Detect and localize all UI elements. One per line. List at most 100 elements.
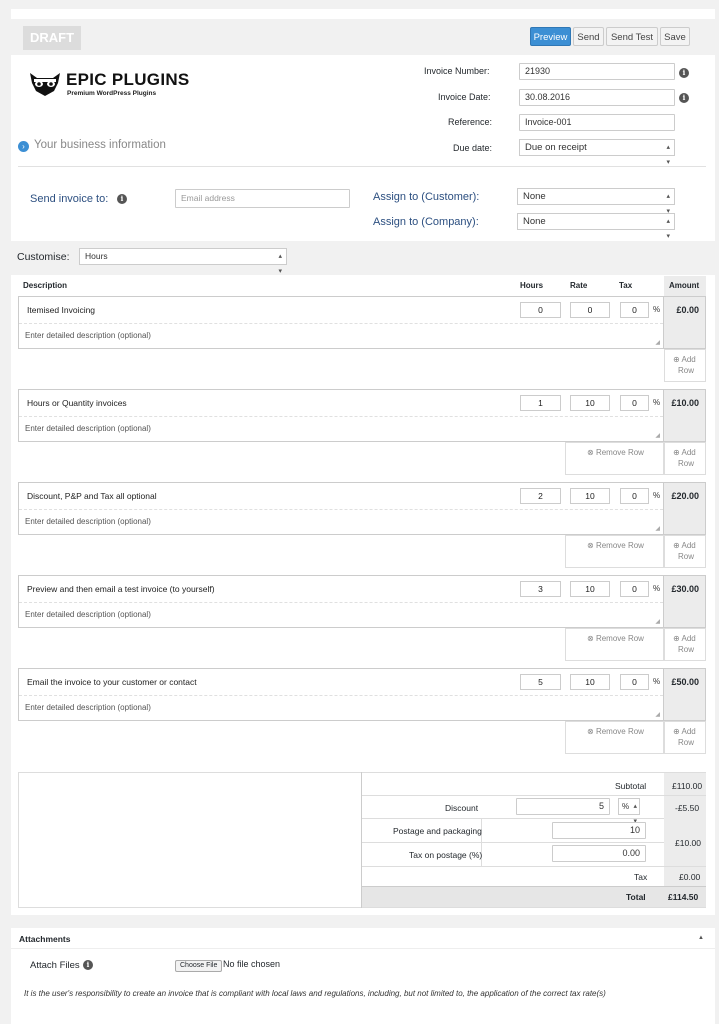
resize-grip-icon[interactable]: ◢ <box>655 525 660 532</box>
brand-tagline: Premium WordPress Plugins <box>67 90 157 97</box>
info-icon: i <box>679 68 689 78</box>
add-label-2: Row <box>678 738 695 747</box>
add-row-button[interactable]: ⊕ Add Row <box>664 442 706 475</box>
rate-input[interactable]: 10 <box>570 581 610 597</box>
remove-label: Remove Row <box>595 541 644 550</box>
remove-label: Remove Row <box>595 448 644 457</box>
table-row: Hours or Quantity invoices Enter detaile… <box>18 389 664 442</box>
remove-circle-icon: ⊗ <box>587 448 594 457</box>
collapse-arrow-icon[interactable]: ▲ <box>698 935 704 941</box>
discount-type-select[interactable]: % ▴▾ <box>618 798 640 825</box>
tax-input[interactable]: 0 <box>620 581 649 597</box>
remove-circle-icon: ⊗ <box>587 727 594 736</box>
row-amount: £0.00 <box>676 305 699 315</box>
send-button[interactable]: Send <box>573 27 604 46</box>
row-divider <box>362 795 706 796</box>
remove-row-button[interactable]: ⊗ Remove Row <box>565 535 664 568</box>
choose-file-button[interactable]: Choose File <box>175 960 223 972</box>
row-description[interactable]: Email the invoice to your customer or co… <box>27 677 197 687</box>
add-label: Add <box>681 355 696 364</box>
company-value: None <box>523 216 546 227</box>
due-date-value: Due on receipt <box>525 142 587 153</box>
postage-input[interactable]: 10 <box>552 822 646 839</box>
customise-select[interactable]: Hours ▴ ▾ <box>79 248 287 275</box>
save-button[interactable]: Save <box>660 27 690 46</box>
remove-circle-icon: ⊗ <box>587 634 594 643</box>
total-value: £114.50 <box>668 892 699 902</box>
resize-grip-icon[interactable]: ◢ <box>655 711 660 718</box>
row-detail-field[interactable]: Enter detailed description (optional) <box>25 517 151 526</box>
chevron-right-circle-icon[interactable]: › <box>18 141 29 152</box>
resize-grip-icon[interactable]: ◢ <box>655 432 660 439</box>
hours-input[interactable]: 5 <box>520 674 561 690</box>
amount-cell: £30.00 <box>664 575 706 628</box>
percent-sign: % <box>653 677 661 686</box>
reference-label: Reference: <box>448 117 493 127</box>
add-row-button[interactable]: ⊕ Add Row <box>664 349 706 382</box>
discount-label: Discount <box>445 803 479 813</box>
remove-row-button[interactable]: ⊗ Remove Row <box>565 721 664 754</box>
hours-input[interactable]: 2 <box>520 488 561 504</box>
invoice-date-field[interactable]: 30.08.2016 <box>519 89 675 106</box>
tax-input[interactable]: 0 <box>620 302 649 318</box>
rate-input[interactable]: 10 <box>570 395 610 411</box>
header-hours: Hours <box>520 281 544 290</box>
amount-cell: £20.00 <box>664 482 706 535</box>
due-date-label: Due date: <box>453 143 493 153</box>
row-amount: £20.00 <box>671 491 699 501</box>
send-test-button[interactable]: Send Test <box>606 27 658 46</box>
attachments-title[interactable]: Attachments <box>19 934 70 944</box>
customer-label: Assign to (Customer): <box>373 191 480 203</box>
invoice-number-field[interactable]: 21930 <box>519 63 675 80</box>
add-label: Add <box>681 448 696 457</box>
tax-label: Tax <box>634 872 648 882</box>
tax-input[interactable]: 0 <box>620 674 649 690</box>
hours-input[interactable]: 1 <box>520 395 561 411</box>
row-description[interactable]: Preview and then email a test invoice (t… <box>27 584 215 594</box>
business-info-link[interactable]: Your business information <box>34 139 166 151</box>
divider <box>18 166 706 167</box>
rate-input[interactable]: 10 <box>570 488 610 504</box>
email-input[interactable]: Email address <box>175 189 350 208</box>
add-row-button[interactable]: ⊕ Add Row <box>664 721 706 754</box>
row-description[interactable]: Discount, P&P and Tax all optional <box>27 491 157 501</box>
add-label-2: Row <box>678 645 695 654</box>
preview-button[interactable]: Preview <box>530 27 571 46</box>
remove-label: Remove Row <box>595 634 644 643</box>
row-description[interactable]: Itemised Invoicing <box>27 305 95 315</box>
hours-input[interactable]: 0 <box>520 302 561 318</box>
company-select[interactable]: None ▴ ▾ <box>517 213 675 240</box>
resize-grip-icon[interactable]: ◢ <box>655 618 660 625</box>
postage-tax-input[interactable]: 0.00 <box>552 845 646 862</box>
info-icon: i <box>117 194 127 204</box>
row-detail-field[interactable]: Enter detailed description (optional) <box>25 331 151 340</box>
remove-row-button[interactable]: ⊗ Remove Row <box>565 628 664 661</box>
row-detail-field[interactable]: Enter detailed description (optional) <box>25 424 151 433</box>
row-divider <box>362 818 664 819</box>
customise-label: Customise: <box>17 251 70 263</box>
discount-input[interactable]: 5 <box>516 798 610 815</box>
header-tax: Tax <box>619 281 633 290</box>
rate-input[interactable]: 0 <box>570 302 610 318</box>
attachments-panel <box>11 928 715 1024</box>
row-amount: £10.00 <box>671 398 699 408</box>
add-row-button[interactable]: ⊕ Add Row <box>664 535 706 568</box>
reference-field[interactable]: Invoice-001 <box>519 114 675 131</box>
row-detail-field[interactable]: Enter detailed description (optional) <box>25 610 151 619</box>
table-row: Preview and then email a test invoice (t… <box>18 575 664 628</box>
row-detail-field[interactable]: Enter detailed description (optional) <box>25 703 151 712</box>
remove-row-button[interactable]: ⊗ Remove Row <box>565 442 664 475</box>
hours-input[interactable]: 3 <box>520 581 561 597</box>
rate-input[interactable]: 10 <box>570 674 610 690</box>
tax-input[interactable]: 0 <box>620 488 649 504</box>
resize-grip-icon[interactable]: ◢ <box>655 339 660 346</box>
no-file-label: No file chosen <box>223 959 281 969</box>
chevron-updown-icon: ▴▾ <box>278 253 282 275</box>
due-date-select[interactable]: Due on receipt ▴ ▾ <box>519 139 675 166</box>
customer-select[interactable]: None ▴ ▾ <box>517 188 675 215</box>
add-row-button[interactable]: ⊕ Add Row <box>664 628 706 661</box>
postage-value: £10.00 <box>675 838 701 848</box>
row-description[interactable]: Hours or Quantity invoices <box>27 398 127 408</box>
tax-input[interactable]: 0 <box>620 395 649 411</box>
add-label-2: Row <box>678 552 695 561</box>
